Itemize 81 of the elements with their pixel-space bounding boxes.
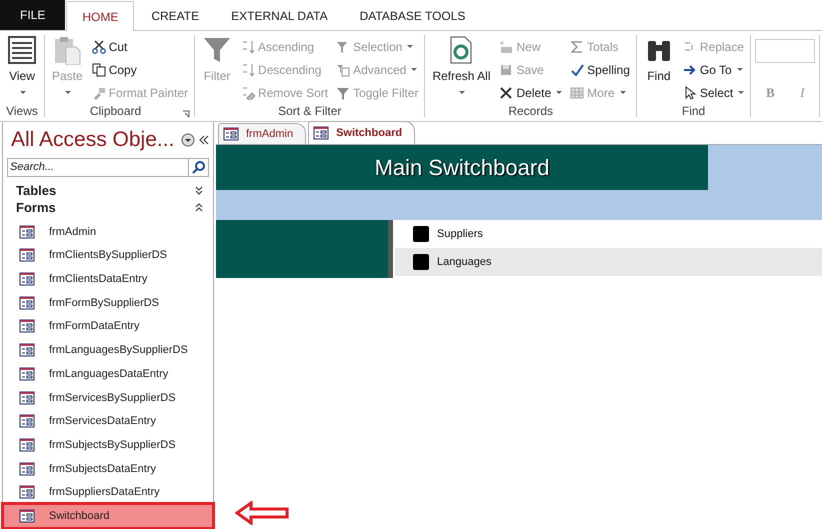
- pane-title: All Access Obje...: [11, 128, 176, 152]
- nav-item[interactable]: frmLanguagesDataEntry: [3, 362, 213, 386]
- form-view-icon: [7, 35, 37, 65]
- ribbon-tab[interactable]: HOME: [66, 1, 134, 31]
- nav-item[interactable]: frmServicesDataEntry: [3, 409, 213, 434]
- ribbon-button[interactable]: Refresh All: [429, 35, 494, 104]
- document-tab[interactable]: Switchboard: [308, 121, 416, 144]
- form-icon: [19, 438, 35, 452]
- form-icon: [19, 248, 35, 262]
- form-icon: [19, 462, 35, 476]
- new-record-icon: [499, 40, 514, 54]
- ribbon-button[interactable]: Find: [640, 35, 677, 104]
- form-icon: [19, 366, 35, 381]
- close-icon: [499, 86, 514, 100]
- filter-icon: [336, 86, 350, 100]
- sort-descending-icon: [241, 62, 256, 76]
- form-icon: [313, 126, 330, 140]
- clipboard-icon: [52, 35, 82, 65]
- form-icon: [19, 509, 35, 524]
- search-field[interactable]: Search...: [7, 158, 189, 178]
- ribbon-button[interactable]: Spelling: [568, 58, 632, 81]
- arrow-icon: [682, 62, 697, 76]
- form-title: Main Switchboard: [216, 145, 708, 190]
- ribbon-button[interactable]: Copy: [90, 58, 190, 81]
- brush-icon: [92, 86, 106, 100]
- arrow-icon: [235, 501, 289, 526]
- form-icon: [19, 296, 35, 310]
- nav-item[interactable]: frmLanguagesBySupplierDS: [3, 338, 213, 362]
- group-label: Records: [507, 104, 554, 118]
- nav-item[interactable]: frmSubjectsDataEntry: [3, 456, 213, 481]
- ribbon-button[interactable]: Delete: [497, 81, 564, 104]
- filter-icon: [336, 62, 350, 76]
- file-tab[interactable]: FILE: [0, 0, 66, 30]
- nav-section[interactable]: Tables: [3, 181, 213, 199]
- group-label: Views: [5, 104, 39, 118]
- form-icon: [19, 414, 35, 428]
- nav-item[interactable]: frmFormDataEntry: [3, 314, 213, 338]
- group-label: Clipboard: [88, 104, 142, 118]
- ribbon-button[interactable]: View: [4, 35, 40, 104]
- scissors-icon: [92, 40, 106, 54]
- form-icon: [19, 390, 35, 405]
- search-icon: [192, 160, 206, 174]
- form-icon: [19, 272, 35, 286]
- grid-icon: [570, 86, 584, 100]
- sort-ascending-icon: [241, 40, 256, 54]
- sigma-icon: [570, 40, 584, 54]
- form-icon: [19, 224, 35, 239]
- nav-section[interactable]: Forms: [3, 198, 213, 217]
- search-button[interactable]: [189, 158, 209, 178]
- cursor-icon: [682, 86, 697, 100]
- font-field[interactable]: [755, 39, 816, 63]
- form-icon: [19, 343, 35, 358]
- form-icon: [19, 485, 35, 500]
- form-icon: [19, 319, 35, 334]
- nav-item[interactable]: frmFormBySupplierDS: [3, 290, 213, 315]
- switchboard-item[interactable]: Languages: [395, 248, 822, 276]
- square-button[interactable]: [413, 226, 429, 242]
- eraser-icon: [241, 86, 256, 100]
- copy-icon: [92, 62, 106, 76]
- ribbon-button[interactable]: Cut: [90, 35, 190, 58]
- nav-item[interactable]: frmClientsBySupplierDS: [3, 243, 213, 268]
- nav-item[interactable]: frmClientsDataEntry: [3, 267, 213, 291]
- form-icon: [223, 127, 239, 141]
- document-tab[interactable]: frmAdmin: [218, 123, 306, 144]
- nav-item[interactable]: Switchboard: [3, 504, 213, 528]
- nav-item[interactable]: frmSuppliersDataEntry: [3, 480, 213, 504]
- expand-icon: [195, 186, 203, 195]
- ribbon-button[interactable]: Select: [680, 81, 746, 104]
- nav-item[interactable]: frmSubjectsBySupplierDS: [3, 433, 213, 457]
- nav-item[interactable]: frmAdmin: [3, 220, 213, 244]
- group-label: Find: [680, 104, 706, 118]
- nav-item[interactable]: frmServicesBySupplierDS: [3, 386, 213, 410]
- ribbon-button[interactable]: Go To: [680, 58, 746, 81]
- square-button[interactable]: [413, 254, 429, 270]
- save-icon: [499, 62, 514, 76]
- funnel-icon: [202, 35, 232, 65]
- spellcheck-icon: [570, 62, 584, 76]
- group-label: Sort & Filter: [277, 104, 342, 118]
- collapse-pane-icon: [199, 134, 209, 145]
- dropdown-icon: [181, 132, 195, 147]
- collapse-icon: [195, 203, 203, 212]
